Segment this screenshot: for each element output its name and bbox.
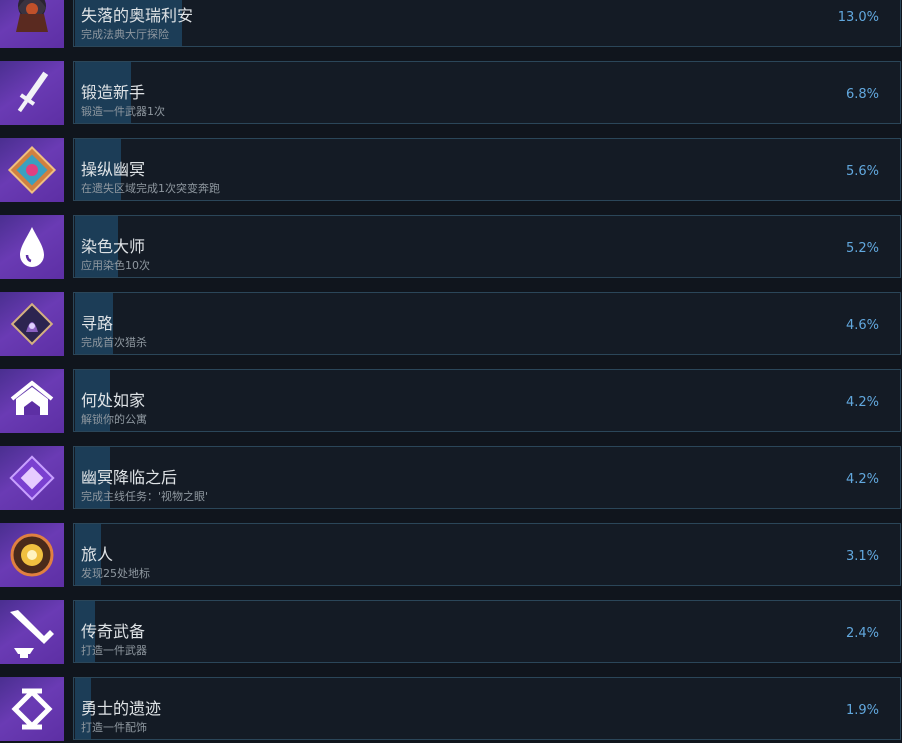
achievement-title: 锻造新手: [81, 83, 146, 102]
achievement-description: 发现25处地标: [81, 567, 150, 580]
unlock-percent: 2.4%: [845, 626, 879, 641]
achievement-description: 打造一件武器: [81, 644, 147, 657]
achievement-title: 旅人: [81, 545, 114, 564]
achievement-list: 失落的奥瑞利安完成法典大厅探险 13.0% 锻造新手锻造一件武器1次 6.8% 操纵幽冥…: [0, 0, 902, 743]
unlock-percent: 4.6%: [845, 318, 879, 333]
achievement-row[interactable]: 传奇武备打造一件武器 2.4%: [0, 600, 902, 666]
unlock-percent: 1.9%: [845, 703, 879, 718]
achievement-description: 完成首次猎杀: [81, 336, 147, 349]
achievement-description: 完成主线任务：'视物之眼': [81, 490, 209, 503]
achievement-description: 解锁你的公寓: [81, 413, 147, 426]
achievement-title: 失落的奥瑞利安: [81, 6, 194, 25]
emblem-icon: [0, 677, 64, 741]
purple-crystal-icon: [0, 446, 64, 510]
achievement-panel: 寻路完成首次猎杀 4.6%: [73, 292, 901, 355]
achievement-row[interactable]: 染色大师应用染色10次 5.2%: [0, 215, 902, 281]
achievement-panel: 操纵幽冥在遗失区域完成1次突变奔跑 5.6%: [73, 138, 901, 201]
achievement-row[interactable]: 何处如家解锁你的公寓 4.2%: [0, 369, 902, 435]
unlock-percent: 4.2%: [845, 395, 879, 410]
achievement-row[interactable]: 操纵幽冥在遗失区域完成1次突变奔跑 5.6%: [0, 138, 902, 204]
achievement-title: 传奇武备: [81, 622, 146, 641]
achievement-title: 勇士的遗迹: [81, 699, 162, 718]
achievement-title: 染色大师: [81, 237, 146, 256]
achievement-panel: 幽冥降临之后完成主线任务：'视物之眼' 4.2%: [73, 446, 901, 509]
achievement-title: 幽冥降临之后: [81, 468, 178, 487]
unlock-percent: 6.8%: [845, 87, 879, 102]
achievement-row[interactable]: 勇士的遗迹打造一件配饰 1.9%: [0, 677, 902, 743]
achievement-panel: 传奇武备打造一件武器 2.4%: [73, 600, 901, 663]
achievement-panel: 失落的奥瑞利安完成法典大厅探险 13.0%: [73, 0, 901, 47]
home-icon: [0, 369, 64, 433]
achievement-panel: 勇士的遗迹打造一件配饰 1.9%: [73, 677, 901, 740]
achievement-description: 在遗失区域完成1次突变奔跑: [81, 182, 220, 195]
dagger-icon: [0, 61, 64, 125]
achievement-description: 应用染色10次: [81, 259, 150, 272]
unlock-percent: 4.2%: [845, 472, 879, 487]
compass-orb-icon: [0, 523, 64, 587]
unlock-percent: 3.1%: [845, 549, 879, 564]
achievement-row[interactable]: 旅人发现25处地标 3.1%: [0, 523, 902, 589]
achievement-title: 寻路: [81, 314, 114, 333]
hooded-diamond-icon: [0, 292, 64, 356]
hooded-figure-icon: [0, 0, 64, 48]
crystal-diamond-icon: [0, 138, 64, 202]
dye-drop-icon: [0, 215, 64, 279]
achievement-description: 打造一件配饰: [81, 721, 147, 734]
unlock-percent: 5.6%: [845, 164, 879, 179]
achievement-panel: 何处如家解锁你的公寓 4.2%: [73, 369, 901, 432]
achievement-panel: 锻造新手锻造一件武器1次 6.8%: [73, 61, 901, 124]
achievement-title: 操纵幽冥: [81, 160, 146, 179]
achievement-title: 何处如家: [81, 391, 146, 410]
achievement-row[interactable]: 锻造新手锻造一件武器1次 6.8%: [0, 61, 902, 127]
achievement-description: 完成法典大厅探险: [81, 28, 169, 41]
unlock-percent: 5.2%: [845, 241, 879, 256]
achievement-row[interactable]: 失落的奥瑞利安完成法典大厅探险 13.0%: [0, 0, 902, 50]
unlock-percent: 13.0%: [837, 10, 879, 25]
achievement-panel: 染色大师应用染色10次 5.2%: [73, 215, 901, 278]
achievement-description: 锻造一件武器1次: [81, 105, 165, 118]
achievement-panel: 旅人发现25处地标 3.1%: [73, 523, 901, 586]
sword-anvil-icon: [0, 600, 64, 664]
achievement-row[interactable]: 幽冥降临之后完成主线任务：'视物之眼' 4.2%: [0, 446, 902, 512]
achievement-row[interactable]: 寻路完成首次猎杀 4.6%: [0, 292, 902, 358]
